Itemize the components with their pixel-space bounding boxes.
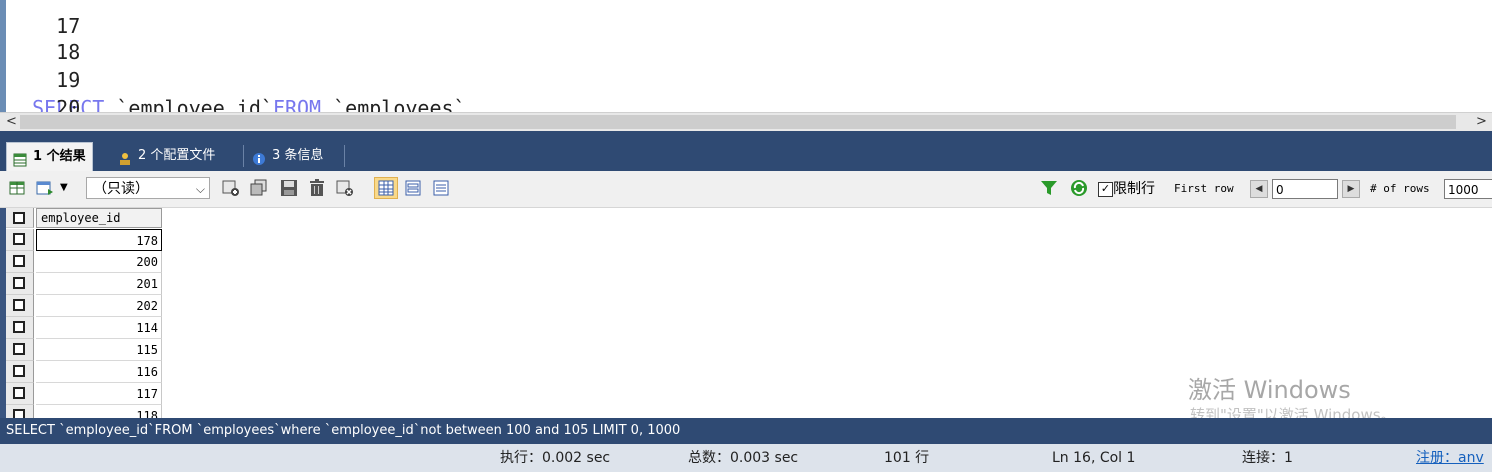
tab-results-label: 1 个结果 [33, 149, 86, 164]
column-header-employee-id[interactable]: employee_id [36, 208, 162, 228]
row-checkbox[interactable] [13, 233, 25, 245]
table-cell[interactable]: 178 [36, 229, 162, 251]
row-checkbox[interactable] [13, 343, 25, 355]
sql-editor[interactable]: 17 18 19 SELECT `employee_id`FROM `emplo… [0, 0, 1492, 112]
activate-windows-title: 激活 Windows [1188, 376, 1351, 404]
row-header[interactable] [6, 339, 34, 361]
tab-results[interactable]: 1 个结果 [6, 142, 93, 171]
rows-count-input[interactable]: 1000 [1444, 179, 1492, 199]
row-header[interactable] [6, 317, 34, 339]
total-time: 总数：0.003 sec [688, 450, 799, 466]
row-checkbox[interactable] [13, 321, 25, 333]
text-view-icon[interactable] [432, 179, 450, 197]
add-row-icon[interactable] [222, 179, 240, 197]
select-all-checkbox[interactable] [13, 212, 25, 224]
rows-count-label: # of rows [1370, 182, 1430, 195]
table-cell[interactable]: 115 [36, 339, 162, 361]
limit-rows-checkbox[interactable]: ✓ 限制行 [1098, 177, 1155, 201]
row-header[interactable] [6, 383, 34, 405]
table-cell[interactable]: 116 [36, 361, 162, 383]
scroll-left-arrow[interactable]: < [6, 114, 17, 129]
row-header[interactable] [6, 405, 34, 418]
status-bar: 执行：0.002 sec 总数：0.003 sec 101 行 Ln 16, C… [0, 444, 1492, 472]
info-icon [252, 149, 266, 165]
tab-messages[interactable]: 3 条信息 [246, 142, 329, 170]
import-grid-icon[interactable] [36, 179, 54, 197]
register-link[interactable]: 注册：anv [1416, 444, 1484, 472]
editor-line-21: 21 [8, 92, 128, 112]
save-icon[interactable] [280, 179, 298, 197]
form-view-icon[interactable] [404, 179, 422, 197]
grid-icon [13, 150, 27, 167]
row-checkbox[interactable] [13, 277, 25, 289]
sql-token: `employee_id` [104, 96, 273, 112]
table-cell[interactable]: 200 [36, 251, 162, 273]
prev-page-button[interactable]: ◀ [1250, 180, 1268, 198]
limit-rows-label: 限制行 [1113, 181, 1155, 197]
row-header[interactable] [6, 229, 34, 251]
row-header[interactable] [6, 295, 34, 317]
refresh-icon[interactable] [1070, 179, 1088, 197]
exec-time: 执行：0.002 sec [500, 450, 611, 466]
editor-left-bar [0, 0, 6, 112]
row-header[interactable] [6, 251, 34, 273]
first-row-label: First row [1174, 182, 1234, 195]
tab-divider [243, 145, 244, 167]
scrollbar-thumb[interactable] [20, 115, 1456, 129]
select-all-header[interactable] [6, 208, 34, 228]
sql-token: `employees` [321, 96, 466, 112]
dropdown-arrow-icon[interactable]: ▼ [60, 179, 72, 197]
duplicate-row-icon[interactable] [250, 179, 268, 197]
filter-icon[interactable] [1040, 179, 1058, 197]
row-checkbox[interactable] [13, 255, 25, 267]
row-checkbox[interactable] [13, 409, 25, 418]
editor-line-18: 18 [8, 10, 128, 64]
tab-divider [344, 145, 345, 167]
row-checkbox[interactable] [13, 365, 25, 377]
table-cell[interactable]: 201 [36, 273, 162, 295]
result-toolbar: ▼ （只读） ⌵ ✓ 限制行 First row ◀ 0 ▶ # of rows … [0, 171, 1492, 208]
row-count: 101 行 [884, 450, 930, 466]
horizontal-scrollbar[interactable]: < > [0, 112, 1492, 131]
executed-query-line: SELECT `employee_id`FROM `employees`wher… [0, 418, 1492, 444]
row-header[interactable] [6, 273, 34, 295]
row-checkbox[interactable] [13, 387, 25, 399]
connection-count: 连接：1 [1242, 450, 1293, 466]
cursor-position: Ln 16, Col 1 [1052, 450, 1136, 466]
result-tabbar: 1 个结果 2 个配置文件 3 条信息 [0, 131, 1492, 171]
result-mode-select[interactable]: （只读） ⌵ [86, 177, 210, 199]
editor-line-20: 20 WHERE `employee_id`NOT BETWEEN 100 AN… [8, 66, 538, 112]
table-cell[interactable]: 202 [36, 295, 162, 317]
editor-line-19: 19 SELECT `employee_id`FROM `employees` [8, 38, 466, 112]
tab-profile-label: 2 个配置文件 [138, 148, 216, 163]
tab-profile[interactable]: 2 个配置文件 [112, 142, 221, 170]
scroll-right-arrow[interactable]: > [1476, 114, 1487, 129]
checkbox-checked-icon: ✓ [1098, 181, 1113, 197]
profile-icon [118, 149, 132, 165]
next-page-button[interactable]: ▶ [1342, 180, 1360, 198]
chevron-down-icon: ⌵ [195, 182, 205, 196]
table-cell[interactable]: 117 [36, 383, 162, 405]
cancel-changes-icon[interactable] [336, 179, 354, 197]
delete-icon[interactable] [308, 179, 326, 197]
row-header[interactable] [6, 361, 34, 383]
grid-view-icon[interactable] [374, 177, 398, 199]
export-grid-icon[interactable] [8, 179, 26, 197]
first-row-input[interactable]: 0 [1272, 179, 1338, 199]
sql-keyword: FROM [272, 96, 322, 112]
row-checkbox[interactable] [13, 299, 25, 311]
tab-messages-label: 3 条信息 [272, 148, 324, 163]
table-cell[interactable]: 114 [36, 317, 162, 339]
table-cell[interactable]: 118 [36, 405, 162, 418]
result-mode-value: （只读） [93, 181, 149, 197]
